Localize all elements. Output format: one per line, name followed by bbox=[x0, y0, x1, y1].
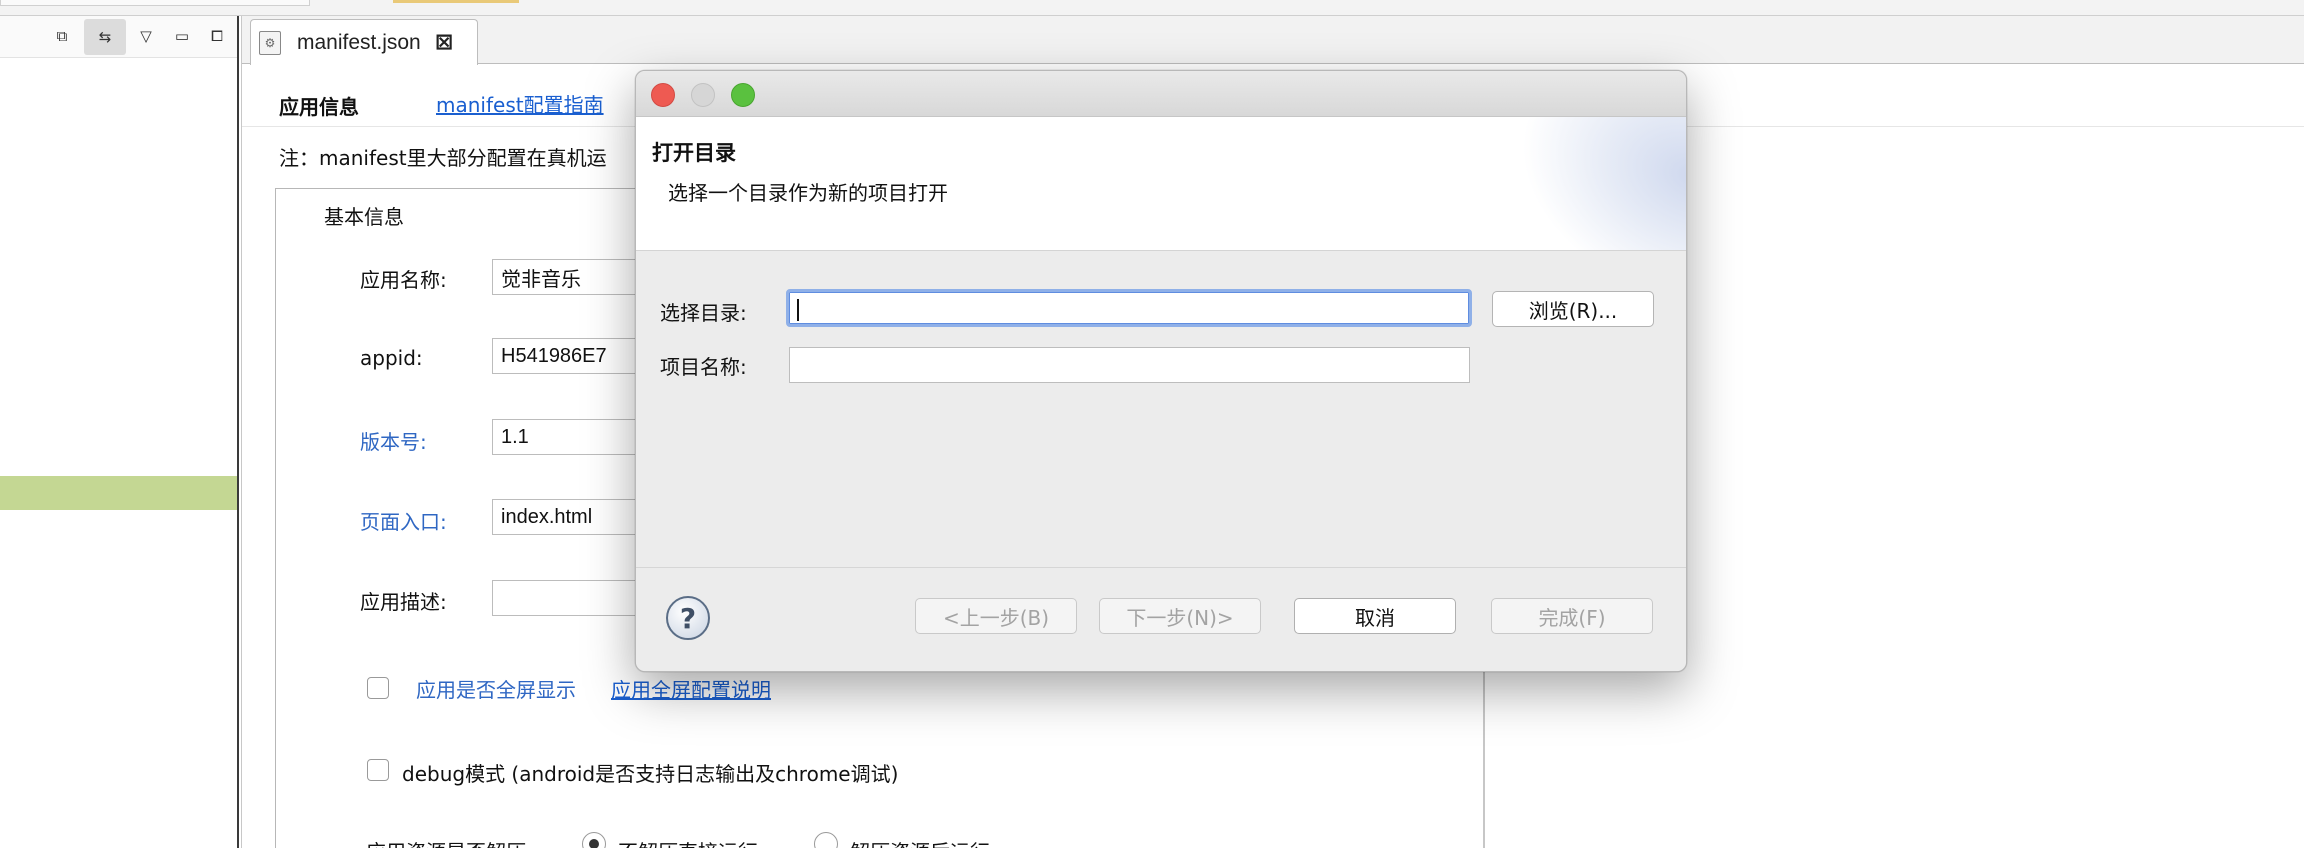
window-minimize-button bbox=[691, 83, 715, 107]
header-decoration bbox=[1483, 117, 1686, 250]
version-input[interactable]: 1.1 bbox=[492, 419, 652, 455]
directory-input[interactable] bbox=[786, 289, 1472, 327]
back-button[interactable]: <上一步(B) bbox=[915, 598, 1077, 634]
manifest-note: 注：manifest里大部分配置在真机运 bbox=[279, 146, 607, 170]
basic-info-title: 基本信息 bbox=[320, 201, 408, 230]
finish-button[interactable]: 完成(F) bbox=[1491, 598, 1653, 634]
project-explorer-toolbar: ⧉ ⇆ ▽ ▭ ⧠ bbox=[0, 16, 237, 58]
next-button[interactable]: 下一步(N)> bbox=[1099, 598, 1261, 634]
project-name-label: 项目名称: bbox=[660, 355, 747, 379]
maximize-icon[interactable]: ⧠ bbox=[205, 24, 229, 48]
tab-manifest-json[interactable]: ⚙ manifest.json ⊠ bbox=[250, 19, 478, 65]
dialog-title: 打开目录 bbox=[652, 141, 736, 165]
text-caret bbox=[797, 299, 799, 321]
dialog-footer: ? <上一步(B) 下一步(N)> 取消 完成(F) bbox=[636, 567, 1686, 671]
fullscreen-checkbox[interactable] bbox=[367, 677, 389, 699]
version-label: 版本号: bbox=[360, 430, 427, 454]
directory-label: 选择目录: bbox=[660, 301, 747, 325]
dialog-subtitle: 选择一个目录作为新的项目打开 bbox=[668, 181, 948, 205]
description-input[interactable] bbox=[492, 580, 652, 616]
project-name-input[interactable] bbox=[789, 347, 1470, 383]
close-icon[interactable]: ⊠ bbox=[435, 30, 453, 55]
entry-label: 页面入口: bbox=[360, 510, 447, 534]
app-name-label: 应用名称: bbox=[360, 268, 447, 292]
toolbar-field[interactable] bbox=[0, 0, 310, 6]
editor-tab-bar: ⚙ manifest.json ⊠ bbox=[242, 16, 2304, 65]
minimize-icon[interactable]: ▭ bbox=[170, 24, 194, 48]
project-explorer-panel: ⧉ ⇆ ▽ ▭ ⧠ bbox=[0, 16, 239, 848]
toolbar-progress-accent bbox=[393, 0, 519, 3]
radio-no-unzip-label: 不解压直接运行 bbox=[618, 836, 758, 848]
help-icon[interactable]: ? bbox=[666, 596, 710, 640]
view-menu-icon[interactable]: ▽ bbox=[134, 24, 158, 48]
debug-label: debug模式 (android是否支持日志输出及chrome调试) bbox=[402, 762, 899, 786]
radio-unzip-label: 解压资源后运行 bbox=[850, 836, 990, 848]
entry-input[interactable]: index.html bbox=[492, 499, 652, 535]
cancel-button[interactable]: 取消 bbox=[1294, 598, 1456, 634]
open-directory-dialog: 打开目录 选择一个目录作为新的项目打开 选择目录: 浏览(R)... 项目名称:… bbox=[635, 70, 1687, 672]
window-zoom-button[interactable] bbox=[731, 83, 755, 107]
tab-title: manifest.json bbox=[297, 30, 421, 54]
fullscreen-help-link[interactable]: 应用全屏配置说明 bbox=[611, 674, 771, 703]
browse-button[interactable]: 浏览(R)... bbox=[1492, 291, 1654, 327]
appid-input[interactable]: H541986E7 bbox=[492, 338, 652, 374]
description-label: 应用描述: bbox=[360, 590, 447, 614]
panel-divider bbox=[1483, 646, 1485, 848]
manifest-guide-link[interactable]: manifest配置指南 bbox=[436, 89, 604, 118]
json-file-icon: ⚙ bbox=[259, 30, 281, 55]
fullscreen-label: 应用是否全屏显示 bbox=[416, 678, 576, 702]
nav-app-info[interactable]: 应用信息 bbox=[279, 91, 359, 120]
app-name-input[interactable]: 觉非音乐 bbox=[492, 259, 652, 295]
top-toolbar-strip bbox=[0, 0, 2304, 16]
appid-label: appid: bbox=[360, 346, 423, 370]
dialog-body: 选择目录: 浏览(R)... 项目名称: bbox=[636, 251, 1686, 567]
restore-icon[interactable]: ⧉ bbox=[50, 24, 74, 48]
dialog-header: 打开目录 选择一个目录作为新的项目打开 bbox=[636, 117, 1686, 251]
resource-unzip-label: 应用资源是否解压 bbox=[366, 836, 526, 848]
window-close-button[interactable] bbox=[651, 83, 675, 107]
dialog-titlebar[interactable] bbox=[636, 71, 1686, 117]
debug-checkbox[interactable] bbox=[367, 759, 389, 781]
link-editor-icon[interactable]: ⇆ bbox=[84, 19, 126, 55]
tree-item-selected[interactable] bbox=[0, 476, 237, 510]
